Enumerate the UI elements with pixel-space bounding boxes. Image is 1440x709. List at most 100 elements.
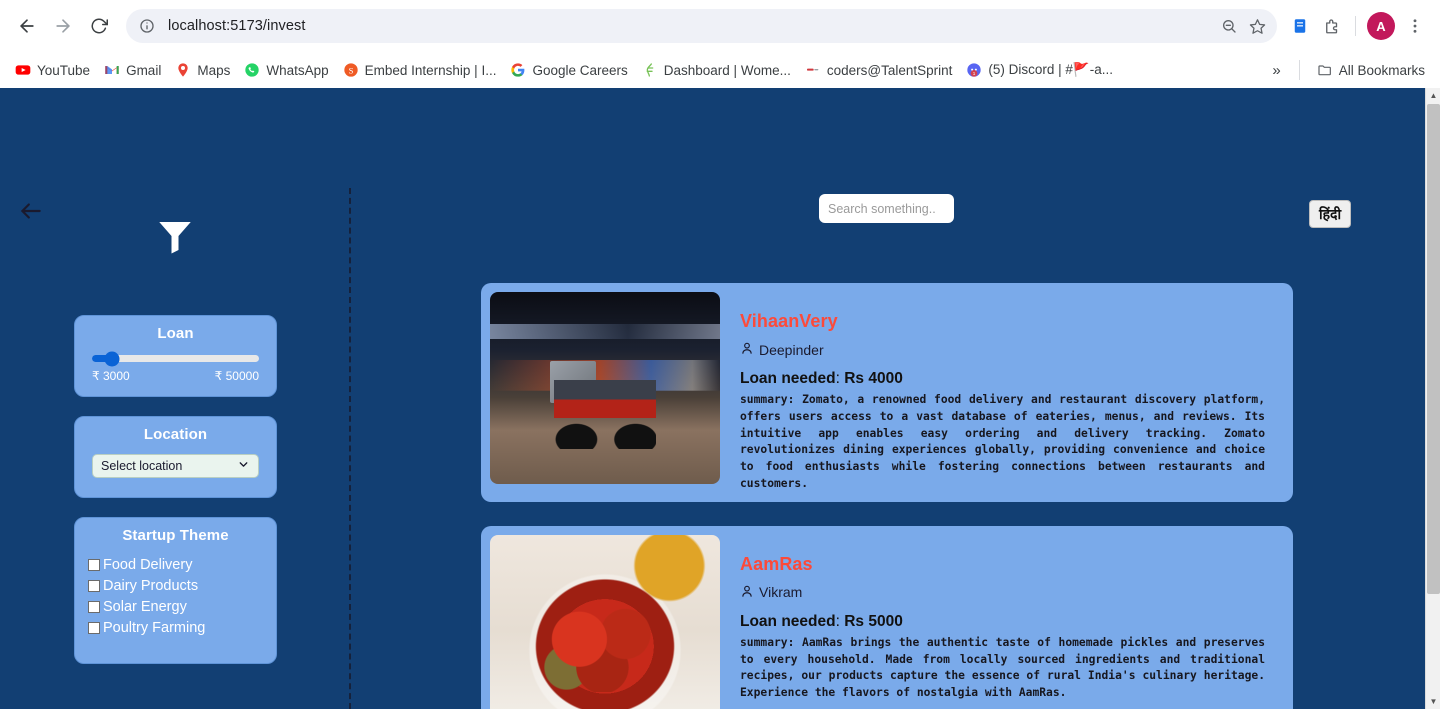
startup-owner-name: Deepinder	[759, 341, 824, 358]
scrollbar-thumb[interactable]	[1427, 104, 1440, 594]
bookmark-embed-internship[interactable]: S Embed Internship | I...	[336, 58, 504, 82]
url-text[interactable]: localhost:5173/invest	[160, 18, 1215, 34]
bookmark-label: WhatsApp	[266, 62, 329, 78]
chevron-down-icon	[237, 458, 250, 474]
loan-filter-title: Loan	[157, 325, 194, 342]
page-scrollbar[interactable]: ▲ ▼	[1425, 88, 1440, 709]
extensions-icon[interactable]	[1317, 11, 1347, 41]
loan-needed-value: Rs 5000	[844, 612, 903, 630]
startup-summary: summary: Zomato, a renowned food deliver…	[740, 393, 1265, 490]
theme-checkbox-list: Food Delivery Dairy Products Solar Energ…	[75, 544, 276, 638]
location-filter-title: Location	[143, 426, 208, 443]
dashboard-icon	[642, 62, 658, 78]
bookmarks-divider	[1298, 60, 1300, 80]
loan-needed-label: Loan needed	[740, 612, 836, 630]
bookmark-label: (5) Discord | #🚩-a...	[988, 62, 1113, 77]
gmail-icon	[104, 62, 120, 78]
loan-needed-label: Loan needed	[740, 370, 836, 387]
startup-image	[490, 292, 720, 484]
filter-funnel-icon[interactable]	[0, 184, 349, 258]
toolbar-divider	[1355, 16, 1356, 36]
invest-page: Loan ₹ 3000 ₹ 50000 Location Select loca…	[0, 88, 1425, 709]
bookmark-label: Embed Internship | I...	[364, 62, 497, 78]
checkbox-icon[interactable]	[88, 601, 100, 613]
all-bookmarks-button[interactable]: All Bookmarks	[1310, 58, 1432, 82]
search-input[interactable]: Search something..	[819, 194, 954, 223]
site-info-icon[interactable]	[134, 13, 160, 39]
theme-option-label: Poultry Farming	[103, 620, 206, 636]
theme-option-label: Dairy Products	[103, 578, 199, 594]
startup-card[interactable]: VihaanVery Deepinder Loan needed: Rs 400…	[481, 283, 1293, 502]
checkbox-icon[interactable]	[88, 559, 100, 571]
bookmark-google-careers[interactable]: Google Careers	[503, 58, 634, 82]
bookmarks-bar: YouTube Gmail Maps WhatsApp S Embed Inte…	[0, 52, 1440, 88]
theme-checkbox-poultry-farming[interactable]: Poultry Farming	[88, 618, 276, 638]
filter-sidebar: Loan ₹ 3000 ₹ 50000 Location Select loca…	[0, 184, 349, 709]
theme-checkbox-dairy-products[interactable]: Dairy Products	[88, 576, 276, 596]
discord-icon: 1	[966, 62, 982, 78]
theme-checkbox-solar-energy[interactable]: Solar Energy	[88, 597, 276, 617]
bookmark-label: Google Careers	[532, 62, 628, 78]
loan-needed-value: Rs 4000	[844, 370, 903, 387]
scroll-up-arrow-icon[interactable]: ▲	[1426, 88, 1440, 103]
mango-pickle-photo	[490, 534, 720, 709]
star-icon[interactable]	[1243, 12, 1271, 40]
bookmark-maps[interactable]: Maps	[168, 58, 237, 82]
zoom-out-icon[interactable]	[1215, 12, 1243, 40]
maps-icon	[175, 62, 191, 78]
startup-name[interactable]: VihaanVery	[740, 311, 1284, 332]
bookmark-coders-talentsprint[interactable]: coders@TalentSprint	[798, 58, 960, 82]
startup-summary: summary: AamRas brings the authentic tas…	[740, 635, 1265, 700]
forward-button[interactable]	[46, 9, 80, 43]
loan-slider-labels: ₹ 3000 ₹ 50000	[75, 362, 276, 383]
bookmarks-overflow-button[interactable]: »	[1264, 60, 1288, 81]
startup-owner: Deepinder	[740, 341, 1284, 358]
theme-checkbox-food-delivery[interactable]: Food Delivery	[88, 555, 276, 575]
back-button[interactable]	[10, 9, 44, 43]
address-bar[interactable]: localhost:5173/invest	[126, 9, 1277, 43]
startup-card-list: VihaanVery Deepinder Loan needed: Rs 400…	[481, 283, 1293, 709]
page-viewport: Loan ₹ 3000 ₹ 50000 Location Select loca…	[0, 88, 1440, 709]
loan-slider-track[interactable]	[92, 351, 259, 366]
talentsprint-icon	[805, 62, 821, 78]
bookmark-whatsapp[interactable]: WhatsApp	[237, 58, 335, 82]
bookmark-label: Maps	[197, 62, 231, 78]
checkbox-icon[interactable]	[88, 580, 100, 592]
filter-card-startup-theme: Startup Theme Food Delivery Dairy Produc…	[74, 517, 277, 664]
browser-toolbar: localhost:5173/invest A	[0, 0, 1440, 52]
theme-option-label: Solar Energy	[103, 599, 187, 615]
google-icon	[510, 62, 526, 78]
browser-chrome: localhost:5173/invest A YouTube Gmail Ma…	[0, 0, 1440, 88]
startup-card[interactable]: AamRas Vikram Loan needed: Rs 5000 summa…	[481, 525, 1293, 709]
bookmark-dashboard[interactable]: Dashboard | Wome...	[635, 58, 798, 82]
location-select-value: Select location	[101, 459, 183, 473]
user-icon	[740, 584, 754, 601]
loan-slider-thumb[interactable]	[104, 351, 120, 366]
startup-image	[490, 534, 720, 709]
all-bookmarks-label: All Bookmarks	[1338, 62, 1425, 78]
reading-list-icon[interactable]	[1285, 11, 1315, 41]
language-toggle-button[interactable]: हिंदी	[1309, 200, 1352, 228]
three-dot-menu-icon[interactable]	[1400, 11, 1430, 41]
filter-card-loan: Loan ₹ 3000 ₹ 50000	[74, 315, 277, 397]
bookmark-label: YouTube	[37, 62, 91, 78]
location-select-wrap: Select location	[75, 443, 276, 478]
checkbox-icon[interactable]	[88, 622, 100, 634]
reload-button[interactable]	[82, 9, 116, 43]
location-select[interactable]: Select location	[92, 454, 259, 478]
filter-card-location: Location Select location	[74, 416, 277, 498]
startup-owner-name: Vikram	[759, 584, 803, 601]
scroll-down-arrow-icon[interactable]: ▼	[1426, 694, 1440, 709]
loan-slider[interactable]	[75, 342, 276, 366]
internshala-icon: S	[343, 62, 359, 78]
delivery-rider-photo	[490, 292, 720, 484]
bookmark-discord[interactable]: 1 (5) Discord | #🚩-a...	[959, 58, 1120, 82]
startup-name[interactable]: AamRas	[740, 554, 1284, 575]
loan-max-label: ₹ 50000	[214, 369, 259, 383]
bookmark-youtube[interactable]: YouTube	[8, 58, 97, 82]
bookmark-gmail[interactable]: Gmail	[97, 58, 168, 82]
sidebar-divider	[349, 188, 351, 709]
loan-min-label: ₹ 3000	[92, 369, 130, 383]
profile-avatar[interactable]: A	[1367, 12, 1395, 40]
bookmark-label: Dashboard | Wome...	[663, 62, 791, 78]
